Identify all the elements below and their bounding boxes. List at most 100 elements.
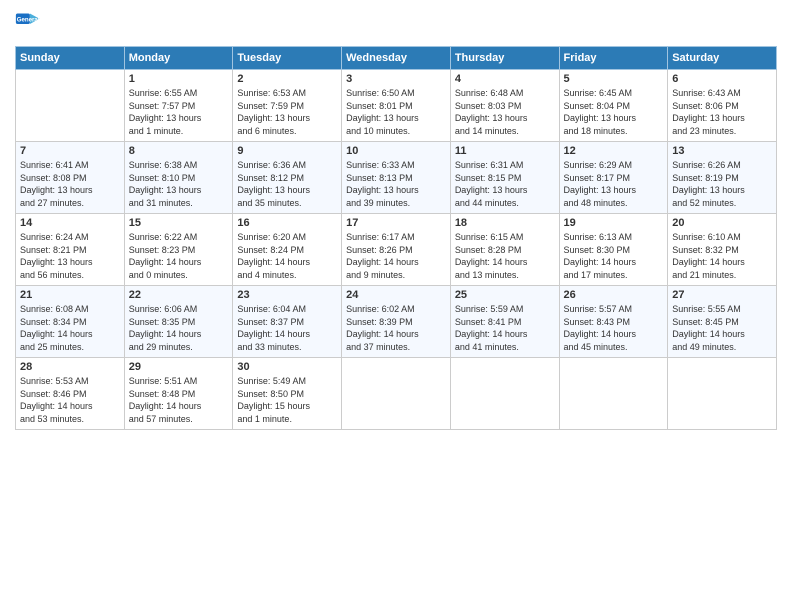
calendar-cell: 16 Sunrise: 6:20 AM Sunset: 8:24 PM Dayli… — [233, 214, 342, 286]
calendar-cell: 3 Sunrise: 6:50 AM Sunset: 8:01 PM Daylig… — [342, 70, 451, 142]
logo: General — [15, 10, 47, 38]
cell-info: Sunrise: 6:10 AM Sunset: 8:32 PM Dayligh… — [672, 231, 772, 281]
cell-info: Sunrise: 6:36 AM Sunset: 8:12 PM Dayligh… — [237, 159, 337, 209]
calendar-cell: 8 Sunrise: 6:38 AM Sunset: 8:10 PM Daylig… — [124, 142, 233, 214]
cell-info: Sunrise: 6:04 AM Sunset: 8:37 PM Dayligh… — [237, 303, 337, 353]
cell-info: Sunrise: 5:51 AM Sunset: 8:48 PM Dayligh… — [129, 375, 229, 425]
day-number: 9 — [237, 145, 337, 157]
day-number: 18 — [455, 217, 555, 229]
cell-info: Sunrise: 6:22 AM Sunset: 8:23 PM Dayligh… — [129, 231, 229, 281]
cell-info: Sunrise: 6:29 AM Sunset: 8:17 PM Dayligh… — [564, 159, 664, 209]
cell-info: Sunrise: 6:43 AM Sunset: 8:06 PM Dayligh… — [672, 87, 772, 137]
day-number: 15 — [129, 217, 229, 229]
day-number: 26 — [564, 289, 664, 301]
cell-info: Sunrise: 5:53 AM Sunset: 8:46 PM Dayligh… — [20, 375, 120, 425]
cell-info: Sunrise: 6:06 AM Sunset: 8:35 PM Dayligh… — [129, 303, 229, 353]
cell-info: Sunrise: 6:38 AM Sunset: 8:10 PM Dayligh… — [129, 159, 229, 209]
header-cell-monday: Monday — [124, 47, 233, 70]
calendar-cell: 2 Sunrise: 6:53 AM Sunset: 7:59 PM Daylig… — [233, 70, 342, 142]
calendar-cell — [668, 358, 777, 430]
header-cell-saturday: Saturday — [668, 47, 777, 70]
calendar-cell: 12 Sunrise: 6:29 AM Sunset: 8:17 PM Dayli… — [559, 142, 668, 214]
header-row: SundayMondayTuesdayWednesdayThursdayFrid… — [16, 47, 777, 70]
calendar-cell: 21 Sunrise: 6:08 AM Sunset: 8:34 PM Dayli… — [16, 286, 125, 358]
header: General — [15, 10, 777, 38]
calendar-cell: 26 Sunrise: 5:57 AM Sunset: 8:43 PM Dayli… — [559, 286, 668, 358]
cell-info: Sunrise: 6:08 AM Sunset: 8:34 PM Dayligh… — [20, 303, 120, 353]
day-number: 23 — [237, 289, 337, 301]
calendar-cell: 30 Sunrise: 5:49 AM Sunset: 8:50 PM Dayli… — [233, 358, 342, 430]
day-number: 27 — [672, 289, 772, 301]
calendar-cell: 29Sunrise: 5:51 AM Sunset: 8:48 PM Dayli… — [124, 358, 233, 430]
calendar-cell: 27 Sunrise: 5:55 AM Sunset: 8:45 PM Dayli… — [668, 286, 777, 358]
day-number: 30 — [237, 361, 337, 373]
calendar-cell: 24 Sunrise: 6:02 AM Sunset: 8:39 PM Dayli… — [342, 286, 451, 358]
day-number: 8 — [129, 145, 229, 157]
cell-info: Sunrise: 6:15 AM Sunset: 8:28 PM Dayligh… — [455, 231, 555, 281]
cell-info: Sunrise: 6:45 AM Sunset: 8:04 PM Dayligh… — [564, 87, 664, 137]
calendar-cell: 10Sunrise: 6:33 AM Sunset: 8:13 PM Dayli… — [342, 142, 451, 214]
calendar-cell: 25Sunrise: 5:59 AM Sunset: 8:41 PM Dayli… — [450, 286, 559, 358]
calendar-cell — [450, 358, 559, 430]
cell-info: Sunrise: 6:20 AM Sunset: 8:24 PM Dayligh… — [237, 231, 337, 281]
day-number: 19 — [564, 217, 664, 229]
cell-info: Sunrise: 6:53 AM Sunset: 7:59 PM Dayligh… — [237, 87, 337, 137]
day-number: 10 — [346, 145, 446, 157]
day-number: 11 — [455, 145, 555, 157]
cell-info: Sunrise: 5:49 AM Sunset: 8:50 PM Dayligh… — [237, 375, 337, 425]
day-number: 20 — [672, 217, 772, 229]
calendar-cell: 15 Sunrise: 6:22 AM Sunset: 8:23 PM Dayli… — [124, 214, 233, 286]
cell-info: Sunrise: 6:50 AM Sunset: 8:01 PM Dayligh… — [346, 87, 446, 137]
calendar-cell: 5 Sunrise: 6:45 AM Sunset: 8:04 PM Daylig… — [559, 70, 668, 142]
calendar-cell: 22Sunrise: 6:06 AM Sunset: 8:35 PM Dayli… — [124, 286, 233, 358]
week-row-1: 7Sunrise: 6:41 AM Sunset: 8:08 PM Daylig… — [16, 142, 777, 214]
header-cell-thursday: Thursday — [450, 47, 559, 70]
calendar-cell: 13 Sunrise: 6:26 AM Sunset: 8:19 PM Dayli… — [668, 142, 777, 214]
calendar-cell: 20 Sunrise: 6:10 AM Sunset: 8:32 PM Dayli… — [668, 214, 777, 286]
cell-info: Sunrise: 6:24 AM Sunset: 8:21 PM Dayligh… — [20, 231, 120, 281]
calendar-cell: 4 Sunrise: 6:48 AM Sunset: 8:03 PM Daylig… — [450, 70, 559, 142]
day-number: 3 — [346, 73, 446, 85]
day-number: 16 — [237, 217, 337, 229]
week-row-2: 14Sunrise: 6:24 AM Sunset: 8:21 PM Dayli… — [16, 214, 777, 286]
cell-info: Sunrise: 5:57 AM Sunset: 8:43 PM Dayligh… — [564, 303, 664, 353]
cell-info: Sunrise: 6:48 AM Sunset: 8:03 PM Dayligh… — [455, 87, 555, 137]
cell-info: Sunrise: 6:26 AM Sunset: 8:19 PM Dayligh… — [672, 159, 772, 209]
cell-info: Sunrise: 5:59 AM Sunset: 8:41 PM Dayligh… — [455, 303, 555, 353]
logo-icon: General — [15, 10, 43, 38]
calendar-cell: 6Sunrise: 6:43 AM Sunset: 8:06 PM Daylig… — [668, 70, 777, 142]
calendar-cell: 14Sunrise: 6:24 AM Sunset: 8:21 PM Dayli… — [16, 214, 125, 286]
week-row-0: 1 Sunrise: 6:55 AM Sunset: 7:57 PM Daylig… — [16, 70, 777, 142]
cell-info: Sunrise: 5:55 AM Sunset: 8:45 PM Dayligh… — [672, 303, 772, 353]
calendar-cell: 23 Sunrise: 6:04 AM Sunset: 8:37 PM Dayli… — [233, 286, 342, 358]
day-number: 21 — [20, 289, 120, 301]
page: General SundayMondayTuesdayWednesdayThur… — [0, 0, 792, 612]
calendar-cell — [559, 358, 668, 430]
calendar-cell — [342, 358, 451, 430]
calendar-cell: 18 Sunrise: 6:15 AM Sunset: 8:28 PM Dayli… — [450, 214, 559, 286]
svg-text:General: General — [17, 16, 40, 23]
cell-info: Sunrise: 6:41 AM Sunset: 8:08 PM Dayligh… — [20, 159, 120, 209]
day-number: 24 — [346, 289, 446, 301]
calendar-cell: 9 Sunrise: 6:36 AM Sunset: 8:12 PM Daylig… — [233, 142, 342, 214]
calendar-cell: 11 Sunrise: 6:31 AM Sunset: 8:15 PM Dayli… — [450, 142, 559, 214]
header-cell-wednesday: Wednesday — [342, 47, 451, 70]
calendar-cell: 7Sunrise: 6:41 AM Sunset: 8:08 PM Daylig… — [16, 142, 125, 214]
calendar-cell: 17Sunrise: 6:17 AM Sunset: 8:26 PM Dayli… — [342, 214, 451, 286]
header-cell-tuesday: Tuesday — [233, 47, 342, 70]
cell-info: Sunrise: 6:31 AM Sunset: 8:15 PM Dayligh… — [455, 159, 555, 209]
calendar-cell: 1 Sunrise: 6:55 AM Sunset: 7:57 PM Daylig… — [124, 70, 233, 142]
cell-info: Sunrise: 6:55 AM Sunset: 7:57 PM Dayligh… — [129, 87, 229, 137]
week-row-4: 28Sunrise: 5:53 AM Sunset: 8:46 PM Dayli… — [16, 358, 777, 430]
day-number: 4 — [455, 73, 555, 85]
day-number: 5 — [564, 73, 664, 85]
day-number: 2 — [237, 73, 337, 85]
cell-info: Sunrise: 6:02 AM Sunset: 8:39 PM Dayligh… — [346, 303, 446, 353]
calendar-cell: 19Sunrise: 6:13 AM Sunset: 8:30 PM Dayli… — [559, 214, 668, 286]
calendar-cell — [16, 70, 125, 142]
week-row-3: 21 Sunrise: 6:08 AM Sunset: 8:34 PM Dayli… — [16, 286, 777, 358]
day-number: 17 — [346, 217, 446, 229]
day-number: 1 — [129, 73, 229, 85]
day-number: 13 — [672, 145, 772, 157]
day-number: 12 — [564, 145, 664, 157]
